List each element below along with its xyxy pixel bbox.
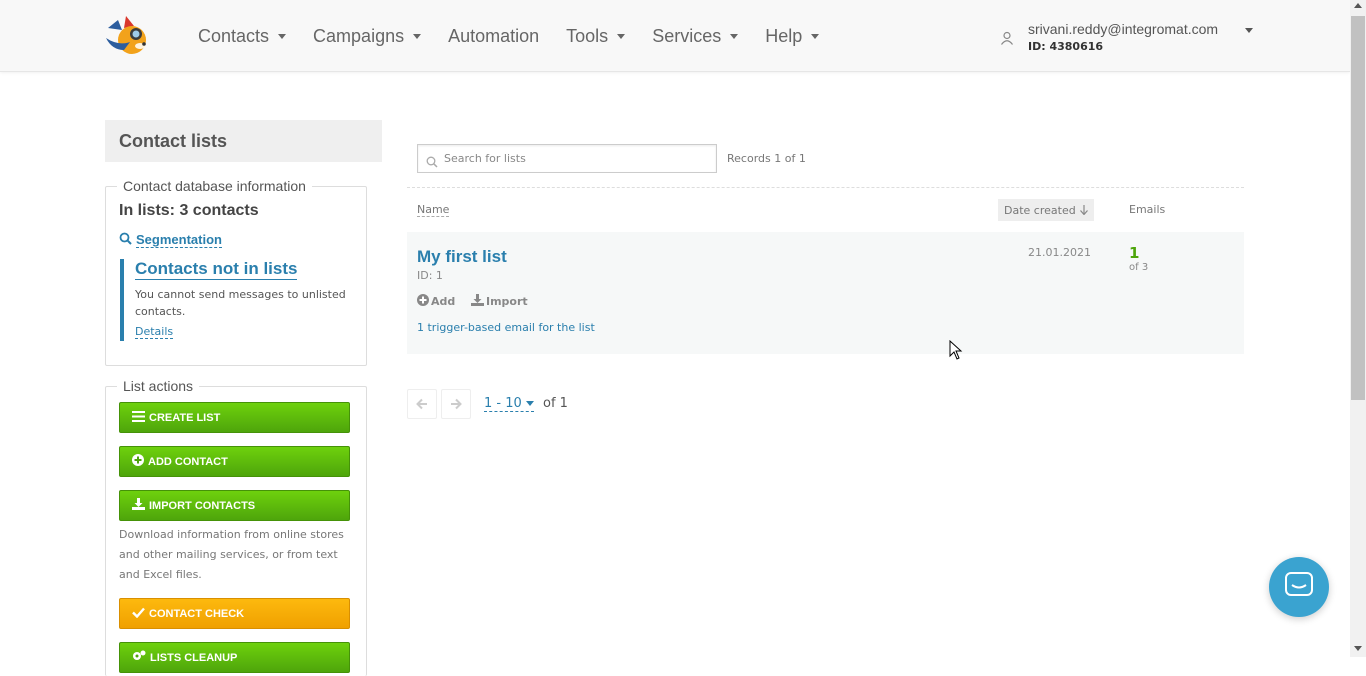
import-contacts-label: IMPORT CONTACTS: [149, 499, 256, 512]
user-email: srivani.reddy@integromat.com: [1028, 21, 1219, 37]
page-size-selector[interactable]: 1 - 10: [484, 396, 534, 412]
emails-count[interactable]: 1: [1129, 244, 1139, 262]
scroll-down-arrow-icon[interactable]: [1354, 646, 1362, 651]
add-label: Add: [431, 295, 456, 308]
page-title: Contact lists: [105, 120, 382, 162]
download-icon: [471, 294, 486, 309]
nav-automation-label: Automation: [448, 26, 540, 46]
column-header-date-created[interactable]: Date created: [998, 199, 1094, 221]
details-link[interactable]: Details: [135, 325, 174, 339]
page-scrollbar[interactable]: [1350, 0, 1366, 657]
segmentation-link[interactable]: Segmentation: [119, 230, 222, 249]
user-icon: [1000, 30, 1014, 45]
arrow-down-icon: [1079, 205, 1088, 215]
nav-services-label: Services: [652, 26, 722, 46]
nav-contacts[interactable]: Contacts: [198, 26, 287, 47]
lists-cleanup-label: LISTS CLEANUP: [150, 651, 238, 664]
chevron-down-icon: [1245, 28, 1253, 33]
check-icon: [132, 607, 149, 621]
in-lists-count: In lists: 3 contacts: [119, 202, 259, 219]
user-id: ID: 4380616: [1028, 40, 1104, 53]
contact-check-label: CONTACT CHECK: [149, 607, 245, 620]
import-label: Import: [486, 295, 528, 308]
search-icon: [426, 153, 438, 172]
lists-cleanup-button[interactable]: LISTS CLEANUP: [119, 642, 350, 673]
date-created: 21.01.2021: [1028, 246, 1091, 259]
list-item: My first list ID: 1 Add Import 1 trigger…: [407, 232, 1244, 354]
search-icon: [119, 230, 132, 249]
arrow-right-icon: [450, 395, 462, 414]
search-input[interactable]: [444, 145, 714, 172]
add-contact-label: ADD CONTACT: [148, 455, 228, 468]
import-help-text: Download information from online stores …: [119, 528, 344, 581]
nav-contacts-label: Contacts: [198, 26, 270, 46]
chevron-down-icon: [413, 34, 422, 39]
divider: [407, 187, 1244, 188]
not-in-lists-block: Contacts not in lists You cannot send me…: [120, 259, 355, 341]
gears-icon: [132, 650, 150, 665]
emails-total: of 3: [1129, 262, 1149, 273]
not-in-lists-description: You cannot send messages to unlisted con…: [135, 288, 346, 318]
chevron-down-icon: [811, 34, 820, 39]
nav-automation[interactable]: Automation: [448, 26, 539, 47]
next-page-button[interactable]: [441, 389, 471, 419]
list-icon: [132, 410, 149, 425]
add-contact-button[interactable]: ADD CONTACT: [119, 446, 350, 477]
scroll-thumb[interactable]: [1351, 16, 1365, 400]
create-list-label: CREATE LIST: [149, 411, 221, 424]
import-to-list-link[interactable]: Import: [471, 294, 528, 309]
column-header-date-label: Date created: [1004, 203, 1076, 217]
plus-circle-icon: [132, 454, 148, 469]
nav-help[interactable]: Help: [765, 26, 820, 47]
nav-campaigns[interactable]: Campaigns: [313, 26, 422, 47]
panel-legend: Contact database information: [117, 178, 312, 194]
nav-services[interactable]: Services: [652, 26, 739, 47]
nav-campaigns-label: Campaigns: [313, 26, 405, 46]
contact-db-info-panel: Contact database information In lists: 3…: [105, 178, 367, 366]
segmentation-label: Segmentation: [136, 231, 222, 248]
prev-page-button[interactable]: [407, 389, 437, 419]
chevron-down-icon: [525, 401, 534, 406]
nav-tools[interactable]: Tools: [566, 26, 626, 47]
nav-help-label: Help: [765, 26, 803, 46]
search-box: [417, 144, 717, 173]
list-name-link[interactable]: My first list: [417, 247, 507, 267]
panel-legend: List actions: [117, 378, 200, 394]
create-list-button[interactable]: CREATE LIST: [119, 402, 350, 433]
app-logo[interactable]: [104, 16, 150, 56]
chevron-down-icon: [730, 34, 739, 39]
mouse-cursor-icon: [949, 339, 963, 364]
download-icon: [132, 498, 149, 513]
chat-widget-button[interactable]: [1269, 557, 1329, 617]
nav-tools-label: Tools: [566, 26, 609, 46]
contacts-not-in-lists-link[interactable]: Contacts not in lists: [135, 259, 298, 280]
arrow-left-icon: [416, 395, 428, 414]
main-nav: Contacts Campaigns Automation Tools Serv…: [198, 26, 846, 47]
scroll-up-arrow-icon[interactable]: [1354, 3, 1362, 8]
chevron-down-icon: [617, 34, 626, 39]
list-id: ID: 1: [417, 269, 443, 282]
list-actions-panel: List actions CREATE LIST ADD CONTACT IMP…: [105, 378, 367, 676]
trigger-email-link[interactable]: 1 trigger-based email for the list: [417, 321, 595, 334]
add-contact-to-list-link[interactable]: Add: [417, 294, 455, 309]
top-navbar: Contacts Campaigns Automation Tools Serv…: [0, 0, 1350, 72]
page-total: of 1: [543, 396, 568, 411]
chevron-down-icon: [278, 34, 287, 39]
chat-icon: [1285, 572, 1313, 602]
plus-circle-icon: [417, 294, 431, 309]
column-header-name[interactable]: Name: [417, 203, 450, 217]
records-count: Records 1 of 1: [727, 152, 806, 165]
import-contacts-button[interactable]: IMPORT CONTACTS: [119, 490, 350, 521]
page-range-label: 1 - 10: [484, 396, 522, 411]
contact-check-button[interactable]: CONTACT CHECK: [119, 598, 350, 629]
column-header-emails: Emails: [1129, 203, 1166, 216]
